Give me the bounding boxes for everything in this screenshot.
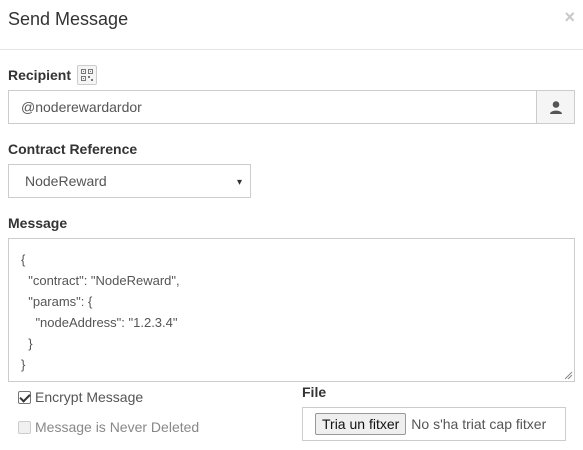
recipient-input[interactable] [9,91,536,123]
encrypt-message-label: Encrypt Message [35,389,144,405]
file-label: File [302,384,327,400]
modal-header: Send Message × [0,0,583,50]
close-button[interactable]: × [564,7,575,27]
chevron-down-icon: ▾ [236,177,242,188]
message-label: Message [8,215,68,231]
recipient-input-group [8,90,575,124]
user-icon [549,101,562,114]
recipient-label: Recipient [8,67,72,83]
qr-code-icon [81,69,93,81]
never-deleted-checkbox[interactable] [18,420,31,434]
modal-title: Send Message [8,9,129,29]
contract-reference-selected-value: NodeReward [25,173,107,189]
never-deleted-label: Message is Never Deleted [35,419,200,435]
never-deleted-option[interactable]: Message is Never Deleted [18,419,199,435]
contacts-button[interactable] [536,91,574,123]
encrypt-message-checkbox[interactable] [18,390,31,404]
contract-reference-label: Contract Reference [8,141,138,157]
file-input[interactable]: Tria un fitxer No s'ha triat cap fitxer [302,407,566,441]
message-textarea[interactable]: { "contract": "NodeReward", "params": { … [8,238,575,382]
resize-grip-icon[interactable] [563,370,573,380]
qr-code-button[interactable] [77,65,97,85]
encrypt-message-option[interactable]: Encrypt Message [18,389,143,405]
choose-file-button[interactable]: Tria un fitxer [315,413,407,435]
contract-reference-select[interactable]: NodeReward ▾ [8,164,251,198]
file-status: No s'ha triat cap fitxer [411,416,547,432]
